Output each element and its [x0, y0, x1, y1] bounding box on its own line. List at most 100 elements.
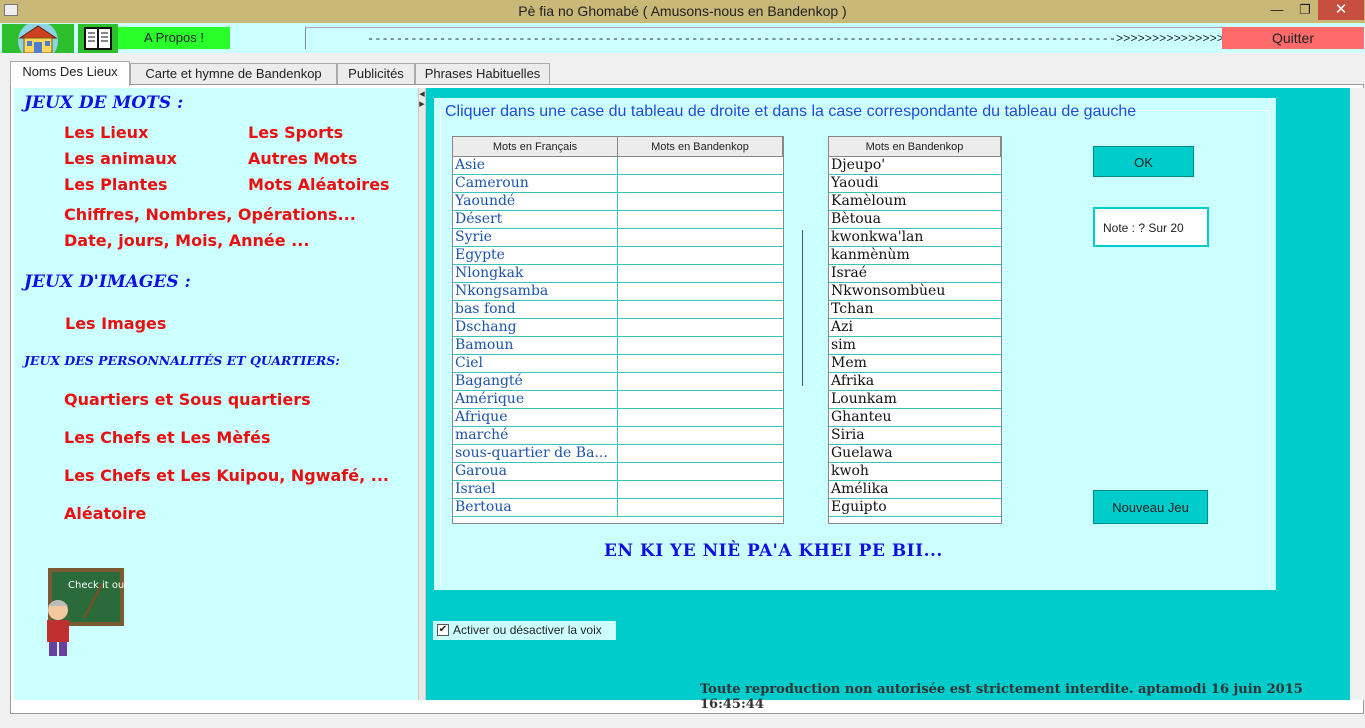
table-row[interactable]: Amélika — [829, 481, 1001, 499]
table-row[interactable]: Tchan — [829, 301, 1001, 319]
french-word-cell[interactable]: Ciel — [453, 355, 618, 373]
french-word-cell[interactable]: Egypte — [453, 247, 618, 265]
tab-noms-des-lieux[interactable]: Noms Des Lieux — [10, 61, 130, 86]
bandenkop-word-cell[interactable]: Tchan — [829, 301, 1001, 319]
table-row[interactable]: Bertoua — [453, 499, 783, 517]
bandenkop-answer-cell[interactable] — [618, 463, 783, 481]
bandenkop-answer-cell[interactable] — [618, 409, 783, 427]
table-row[interactable]: Dschang — [453, 319, 783, 337]
table-row[interactable]: Yaoudi — [829, 175, 1001, 193]
link-les-lieux[interactable]: Les Lieux — [64, 123, 148, 142]
quit-button[interactable]: Quitter — [1222, 27, 1364, 49]
link-les-sports[interactable]: Les Sports — [248, 123, 343, 142]
bandenkop-answer-cell[interactable] — [618, 445, 783, 463]
french-word-cell[interactable]: bas fond — [453, 301, 618, 319]
link-mots-aleatoires[interactable]: Mots Aléatoires — [248, 175, 390, 194]
table-row[interactable]: Bètoua — [829, 211, 1001, 229]
header-right-bandenkop[interactable]: Mots en Bandenkop — [829, 137, 1001, 157]
tab-carte-hymne[interactable]: Carte et hymne de Bandenkop — [130, 63, 337, 85]
table-row[interactable]: marché — [453, 427, 783, 445]
table-row[interactable]: Bamoun — [453, 337, 783, 355]
french-word-cell[interactable]: Bagangté — [453, 373, 618, 391]
bandenkop-answer-cell[interactable] — [618, 391, 783, 409]
french-word-cell[interactable]: Amérique — [453, 391, 618, 409]
french-word-cell[interactable]: Dschang — [453, 319, 618, 337]
apropos-button[interactable]: A Propos ! — [118, 27, 230, 49]
bandenkop-word-cell[interactable]: Lounkam — [829, 391, 1001, 409]
table-row[interactable]: Yaoundé — [453, 193, 783, 211]
bandenkop-answer-cell[interactable] — [618, 373, 783, 391]
bandenkop-answer-cell[interactable] — [618, 229, 783, 247]
bandenkop-word-cell[interactable]: Yaoudi — [829, 175, 1001, 193]
bandenkop-word-cell[interactable]: Israé — [829, 265, 1001, 283]
table-row[interactable]: Ghanteu — [829, 409, 1001, 427]
bandenkop-word-cell[interactable]: Nkwonsombùeu — [829, 283, 1001, 301]
collapse-left-icon[interactable]: ◀ — [418, 90, 426, 98]
bandenkop-word-cell[interactable]: Mem — [829, 355, 1001, 373]
new-game-button[interactable]: Nouveau Jeu — [1093, 490, 1208, 524]
table-row[interactable]: Egypte — [453, 247, 783, 265]
table-row[interactable]: Israé — [829, 265, 1001, 283]
voice-checkbox[interactable]: ✔ — [437, 624, 449, 636]
table-row[interactable]: Guelawa — [829, 445, 1001, 463]
table-row[interactable]: kwoh — [829, 463, 1001, 481]
table-row[interactable]: Nkwonsombùeu — [829, 283, 1001, 301]
bandenkop-answer-cell[interactable] — [618, 499, 783, 517]
table-row[interactable]: Ciel — [453, 355, 783, 373]
link-chiffres[interactable]: Chiffres, Nombres, Opérations... — [64, 205, 356, 224]
table-row[interactable]: Djeupo' — [829, 157, 1001, 175]
link-dates[interactable]: Date, jours, Mois, Année ... — [64, 231, 309, 250]
french-word-cell[interactable]: Nlongkak — [453, 265, 618, 283]
bandenkop-answer-cell[interactable] — [618, 265, 783, 283]
table-row[interactable]: Afrique — [453, 409, 783, 427]
close-button[interactable]: ✕ — [1318, 0, 1364, 20]
french-word-cell[interactable]: Cameroun — [453, 175, 618, 193]
bandenkop-word-cell[interactable]: Azi — [829, 319, 1001, 337]
table-row[interactable]: Amérique — [453, 391, 783, 409]
french-word-cell[interactable]: Garoua — [453, 463, 618, 481]
maximize-button[interactable]: ❐ — [1291, 0, 1319, 20]
link-les-animaux[interactable]: Les animaux — [64, 149, 177, 168]
french-word-cell[interactable]: marché — [453, 427, 618, 445]
bandenkop-word-cell[interactable]: Amélika — [829, 481, 1001, 499]
bandenkop-word-cell[interactable]: Kamèloum — [829, 193, 1001, 211]
bandenkop-answer-cell[interactable] — [618, 283, 783, 301]
table-row[interactable]: Eguipto — [829, 499, 1001, 517]
table-row[interactable]: Siria — [829, 427, 1001, 445]
french-word-cell[interactable]: Nkongsamba — [453, 283, 618, 301]
voice-toggle[interactable]: ✔ Activer ou désactiver la voix — [433, 621, 616, 640]
splitter[interactable]: ◀ ▶ — [418, 88, 426, 700]
bandenkop-answer-cell[interactable] — [618, 247, 783, 265]
bandenkop-answer-cell[interactable] — [618, 337, 783, 355]
table-row[interactable]: Afrika — [829, 373, 1001, 391]
french-word-cell[interactable]: Désert — [453, 211, 618, 229]
bandenkop-answer-cell[interactable] — [618, 211, 783, 229]
bandenkop-word-cell[interactable]: Guelawa — [829, 445, 1001, 463]
bandenkop-word-cell[interactable]: Ghanteu — [829, 409, 1001, 427]
table-row[interactable]: sous-quartier de Ba... — [453, 445, 783, 463]
table-row[interactable]: Cameroun — [453, 175, 783, 193]
bandenkop-word-cell[interactable]: kwoh — [829, 463, 1001, 481]
bandenkop-word-cell[interactable]: kwonkwa'lan — [829, 229, 1001, 247]
table-row[interactable]: Désert — [453, 211, 783, 229]
french-word-cell[interactable]: Asie — [453, 157, 618, 175]
french-word-cell[interactable]: Bertoua — [453, 499, 618, 517]
bandenkop-word-cell[interactable]: Afrika — [829, 373, 1001, 391]
minimize-button[interactable]: — — [1263, 0, 1291, 20]
bandenkop-answer-cell[interactable] — [618, 193, 783, 211]
french-word-cell[interactable]: Afrique — [453, 409, 618, 427]
header-mots-bandenkop[interactable]: Mots en Bandenkop — [618, 137, 783, 157]
table-row[interactable]: Bagangté — [453, 373, 783, 391]
bandenkop-answer-cell[interactable] — [618, 175, 783, 193]
table-row[interactable]: kanmènùm — [829, 247, 1001, 265]
bandenkop-answer-cell[interactable] — [618, 355, 783, 373]
bandenkop-word-cell[interactable]: Eguipto — [829, 499, 1001, 517]
french-word-cell[interactable]: Israel — [453, 481, 618, 499]
tab-publicites[interactable]: Publicités — [337, 63, 415, 85]
table-row[interactable]: bas fond — [453, 301, 783, 319]
french-word-cell[interactable]: Syrie — [453, 229, 618, 247]
link-aleatoire[interactable]: Aléatoire — [64, 504, 146, 523]
scrollbar[interactable] — [1350, 88, 1364, 700]
bandenkop-word-cell[interactable]: kanmènùm — [829, 247, 1001, 265]
link-chefs-kuipou[interactable]: Les Chefs et Les Kuipou, Ngwafé, ... — [64, 466, 389, 485]
